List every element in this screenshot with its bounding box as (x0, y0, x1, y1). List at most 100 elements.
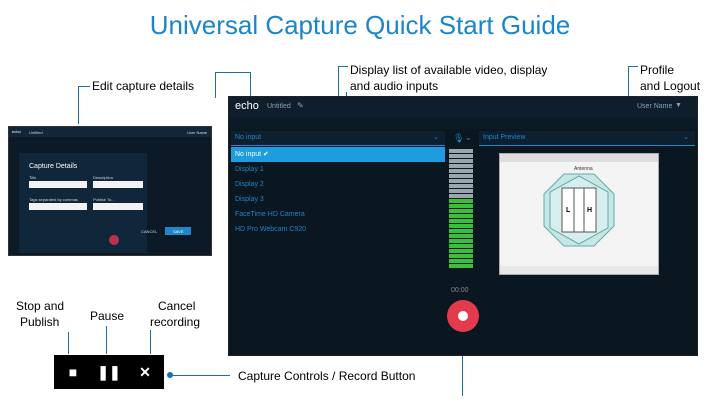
callout-line (106, 326, 107, 354)
slide-letter-left: L (566, 207, 571, 214)
meter-segment (449, 259, 473, 263)
input-item[interactable]: HD Pro Webcam C920 (231, 222, 445, 237)
annotation-profile-2: and Logout (640, 79, 701, 93)
meter-segment (449, 264, 473, 268)
annotation-cancel-2: recording (150, 315, 201, 329)
meter-segment (449, 244, 473, 248)
capture-name[interactable]: Untitled (267, 103, 291, 110)
stop-icon: ■ (68, 364, 78, 380)
annotation-cancel-1: Cancel (158, 299, 196, 313)
input-item[interactable]: FaceTime HD Camera (231, 207, 445, 222)
chevron-down-icon[interactable]: ⌄ (465, 133, 472, 142)
user-menu[interactable]: User Name (637, 103, 672, 110)
callout-line (172, 375, 230, 376)
input-item[interactable]: Display 2 (231, 177, 445, 192)
meter-segment (449, 229, 473, 233)
mini-record-button (109, 235, 119, 245)
stop-button[interactable]: ■ (58, 355, 88, 389)
audio-level-meter (449, 149, 473, 271)
meter-segment (449, 174, 473, 178)
input-item[interactable]: Display 1 (231, 162, 445, 177)
meter-segment (449, 189, 473, 193)
annotation-pause: Pause (90, 309, 125, 323)
preview-browser-bar (500, 154, 658, 162)
meter-segment (449, 154, 473, 158)
annotation-inputs-2: and audio inputs (350, 79, 439, 93)
meter-segment (449, 194, 473, 198)
annotation-stop-1: Stop and (16, 299, 65, 313)
meter-segment (449, 249, 473, 253)
input-item[interactable]: Display 3 (231, 192, 445, 207)
meter-segment (449, 164, 473, 168)
chevron-down-icon[interactable]: ▼ (675, 102, 682, 109)
inputs-list: No input ✔ Display 1 Display 2 Display 3… (231, 147, 445, 237)
callout-line (68, 332, 69, 354)
chevron-down-icon: ⌄ (683, 134, 689, 141)
title-label: Title (29, 175, 37, 180)
capture-details-title: Capture Details (29, 163, 78, 170)
meter-segment (449, 184, 473, 188)
capture-app-screenshot: echo Untitled ✎ User Name ▼ No input ⌄ N… (228, 96, 698, 356)
preview-label: Input Preview (483, 134, 526, 141)
inputs-dropdown[interactable]: No input ⌄ (231, 131, 445, 146)
tags-input[interactable] (29, 203, 87, 210)
record-button[interactable] (447, 300, 479, 332)
capture-details-panel: Capture Details Title Description Tags s… (19, 153, 147, 253)
mini-user-menu: User Name (187, 130, 208, 135)
app-topbar: echo Untitled ✎ User Name ▼ (229, 97, 697, 117)
app-logo: echo (235, 100, 259, 112)
preview-toolbar (500, 266, 658, 274)
meter-segment (449, 199, 473, 203)
meter-segment (449, 239, 473, 243)
callout-line (215, 72, 216, 98)
microphone-icon[interactable]: 🎙 (453, 133, 464, 144)
pencil-icon[interactable]: ✎ (297, 101, 304, 110)
pause-button[interactable]: ❚❚ (94, 355, 124, 389)
antenna-diagram (543, 173, 615, 247)
app-subbar (229, 117, 697, 129)
callout-line (78, 86, 79, 124)
tags-label: Tags separated by commas (29, 197, 78, 202)
inputs-dropdown-label: No input (235, 134, 262, 141)
annotation-capture-controls: Capture Controls / Record Button (238, 369, 416, 383)
pause-icon: ❚❚ (97, 364, 121, 380)
annotation-stop-2: Publish (20, 315, 60, 329)
description-label: Description (93, 175, 114, 180)
capture-details-screenshot: echo Untitled User Name Capture Details … (8, 126, 212, 256)
preview-dropdown[interactable]: Input Preview ⌄ (479, 131, 695, 146)
cancel-button[interactable]: ✕ (130, 355, 160, 389)
meter-segment (449, 179, 473, 183)
publish-label: Publish To... (93, 197, 115, 202)
slide-letter-right: H (587, 207, 593, 214)
meter-segment (449, 219, 473, 223)
capture-controls: ■ ❚❚ ✕ (54, 355, 164, 389)
callout-dot (167, 372, 173, 378)
recording-timer: 00:00 (451, 287, 469, 294)
meter-segment (449, 224, 473, 228)
title-input[interactable] (29, 181, 87, 188)
mini-topbar: echo Untitled User Name (9, 127, 211, 137)
mini-save-button[interactable]: SAVE (165, 227, 191, 235)
annotation-inputs-1: Display list of available video, display (350, 63, 548, 77)
mini-capture-name: Untitled (29, 130, 43, 135)
page-title: Universal Capture Quick Start Guide (149, 10, 571, 40)
mini-cancel-button[interactable]: CANCEL (141, 229, 157, 234)
close-icon: ✕ (139, 364, 151, 380)
mini-logo: echo (12, 129, 21, 134)
callout-line (150, 330, 151, 354)
publish-select[interactable] (93, 203, 143, 210)
meter-segment (449, 214, 473, 218)
meter-segment (449, 209, 473, 213)
chevron-down-icon: ⌄ (433, 134, 439, 141)
callout-line (215, 72, 250, 73)
meter-segment (449, 254, 473, 258)
description-input[interactable] (93, 181, 143, 188)
meter-segment (449, 234, 473, 238)
meter-segment (449, 169, 473, 173)
callout-line (628, 66, 638, 67)
meter-segment (449, 204, 473, 208)
callout-line (338, 66, 348, 67)
meter-segment (449, 159, 473, 163)
input-item[interactable]: No input ✔ (231, 147, 445, 162)
annotation-edit-details: Edit capture details (92, 79, 195, 93)
